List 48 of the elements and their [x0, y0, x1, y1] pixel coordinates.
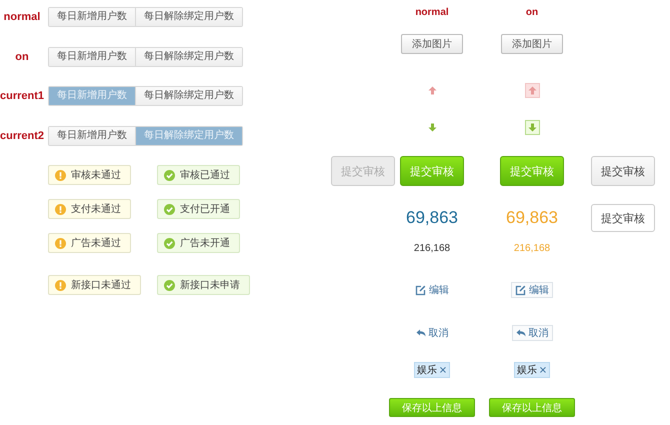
stat-value: 69,863 [506, 208, 558, 228]
tab[interactable]: 每日新增用户数 [49, 8, 135, 26]
tab[interactable]: 每日解除绑定用户数 [135, 8, 242, 26]
column-header: on [526, 6, 538, 18]
check-icon [164, 238, 175, 248]
remove-tag-button[interactable]: × [438, 364, 448, 376]
tab[interactable]: 每日新增用户数 [49, 48, 135, 66]
remove-tag-button[interactable]: × [538, 364, 548, 376]
submit-button[interactable]: 提交审核 [591, 156, 655, 186]
stat-total: 216,168 [414, 242, 450, 254]
add-image-button[interactable]: 添加图片 [501, 34, 563, 54]
edit-link[interactable]: 编辑 [511, 282, 553, 298]
warning-icon [55, 204, 66, 214]
badge-text: 审核未通过 [71, 168, 121, 182]
edit-link[interactable]: 编辑 [411, 282, 453, 298]
badge-text: 新接口未通过 [71, 278, 131, 292]
row-label: on [14, 50, 30, 62]
warning-icon [55, 238, 66, 248]
tab[interactable]: 每日解除绑定用户数 [135, 48, 242, 66]
reply-arrow-icon [516, 329, 526, 337]
stat-total: 216,168 [514, 242, 550, 254]
reply-arrow-icon [416, 329, 426, 337]
badge-text: 支付未通过 [71, 202, 121, 216]
row-label: current2 [0, 130, 44, 142]
cancel-link[interactable]: 取消 [412, 325, 452, 341]
warning-icon [55, 280, 66, 290]
check-icon [164, 170, 175, 180]
check-icon [164, 280, 175, 290]
badge-text: 审核已通过 [180, 168, 230, 182]
tag-text: 娱乐 [416, 364, 437, 377]
edit-icon [515, 284, 526, 296]
badge-text: 新接口未申请 [180, 278, 240, 292]
add-image-button[interactable]: 添加图片 [401, 34, 463, 54]
column-header: normal [415, 6, 449, 18]
warning-icon [55, 170, 66, 180]
badge-text: 支付已开通 [180, 202, 230, 216]
row-label: current1 [0, 90, 44, 102]
cancel-link[interactable]: 取消 [512, 325, 552, 341]
badge-text: 广告未开通 [180, 236, 230, 250]
tag-text: 娱乐 [516, 364, 537, 377]
stat-value: 69,863 [406, 208, 458, 228]
tab[interactable]: 每日新增用户数 [49, 126, 135, 144]
check-icon [164, 204, 175, 214]
badge-text: 广告未通过 [71, 236, 121, 250]
edit-icon [415, 284, 426, 296]
submit-button[interactable]: 提交审核 [591, 204, 655, 232]
tab[interactable]: 每日解除绑定用户数 [135, 87, 242, 105]
row-label: normal [2, 11, 42, 23]
